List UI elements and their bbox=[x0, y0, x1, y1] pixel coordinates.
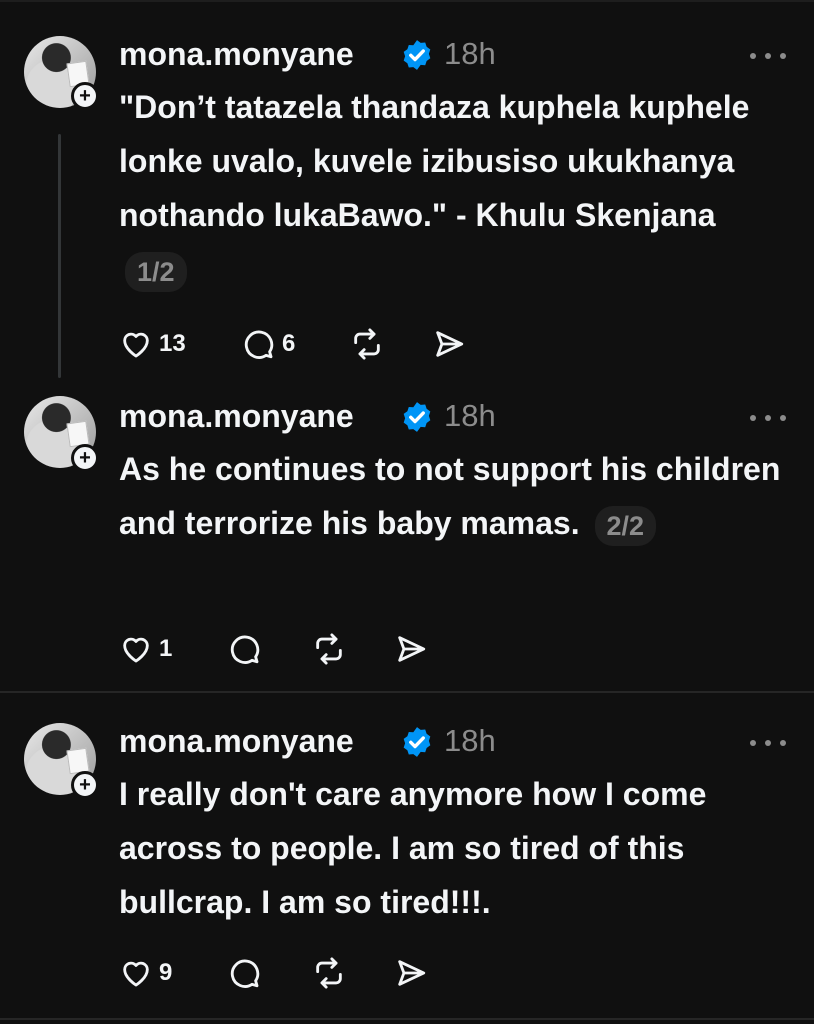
post-text-content: "Don’t tatazela thandaza kuphela kuphele… bbox=[119, 89, 750, 233]
share-icon bbox=[398, 960, 426, 986]
thread-pager: 1/2 bbox=[125, 251, 187, 292]
post-text: "Don’t tatazela thandaza kuphela kuphele… bbox=[119, 80, 789, 296]
repost-icon bbox=[316, 633, 342, 665]
post-divider bbox=[0, 1018, 814, 1020]
plus-icon[interactable]: + bbox=[71, 444, 99, 472]
repost-button[interactable] bbox=[350, 327, 384, 361]
share-button[interactable] bbox=[432, 327, 466, 361]
repost-icon bbox=[354, 328, 380, 360]
heart-icon bbox=[123, 961, 149, 987]
share-icon bbox=[436, 331, 464, 357]
username[interactable]: mona.monyane bbox=[119, 398, 354, 435]
reply-button[interactable] bbox=[228, 632, 262, 666]
post-text: I really don't care anymore how I come a… bbox=[119, 767, 789, 929]
like-button[interactable]: 9 bbox=[119, 956, 172, 990]
reply-count: 6 bbox=[282, 330, 296, 357]
post-3[interactable]: + mona.monyane 18h I really don't care a… bbox=[0, 693, 814, 1024]
like-count: 1 bbox=[159, 635, 173, 662]
like-button[interactable]: 1 bbox=[119, 632, 172, 666]
post-time: 18h bbox=[444, 723, 496, 758]
verified-badge-icon bbox=[403, 402, 431, 432]
plus-icon[interactable]: + bbox=[71, 771, 99, 799]
post-time: 18h bbox=[444, 398, 496, 433]
comment-icon bbox=[244, 330, 274, 359]
plus-icon[interactable]: + bbox=[71, 82, 99, 110]
post-2[interactable]: + mona.monyane 18h As he continues to no… bbox=[0, 380, 814, 692]
username[interactable]: mona.monyane bbox=[119, 723, 354, 760]
repost-button[interactable] bbox=[312, 632, 346, 666]
post-text-content: I really don't care anymore how I come a… bbox=[119, 776, 707, 920]
share-button[interactable] bbox=[394, 632, 428, 666]
like-count: 9 bbox=[159, 959, 173, 986]
post-text-content: As he continues to not support his child… bbox=[119, 451, 781, 541]
reply-button[interactable]: 6 bbox=[242, 327, 295, 361]
thread-pager: 2/2 bbox=[594, 505, 657, 546]
heart-icon bbox=[123, 637, 149, 663]
thread-feed: + mona.monyane 18h "Don’t tatazela thand… bbox=[0, 0, 814, 1024]
reply-button[interactable] bbox=[228, 956, 262, 990]
heart-icon bbox=[123, 332, 149, 358]
username[interactable]: mona.monyane bbox=[119, 36, 354, 73]
like-button[interactable]: 13 bbox=[119, 327, 186, 361]
verified-badge-icon bbox=[403, 727, 431, 757]
comment-icon bbox=[230, 959, 260, 988]
post-text: As he continues to not support his child… bbox=[119, 442, 789, 550]
more-options-icon[interactable] bbox=[750, 50, 786, 62]
repost-button[interactable] bbox=[312, 956, 346, 990]
more-options-icon[interactable] bbox=[750, 737, 786, 749]
repost-icon bbox=[316, 957, 342, 989]
thread-connector-line bbox=[58, 134, 61, 378]
comment-icon bbox=[230, 635, 260, 664]
verified-badge-icon bbox=[403, 40, 431, 70]
post-time: 18h bbox=[444, 36, 496, 71]
post-1[interactable]: + mona.monyane 18h "Don’t tatazela thand… bbox=[0, 0, 814, 380]
more-options-icon[interactable] bbox=[750, 412, 786, 424]
share-icon bbox=[398, 636, 426, 662]
share-button[interactable] bbox=[394, 956, 428, 990]
like-count: 13 bbox=[159, 330, 186, 357]
